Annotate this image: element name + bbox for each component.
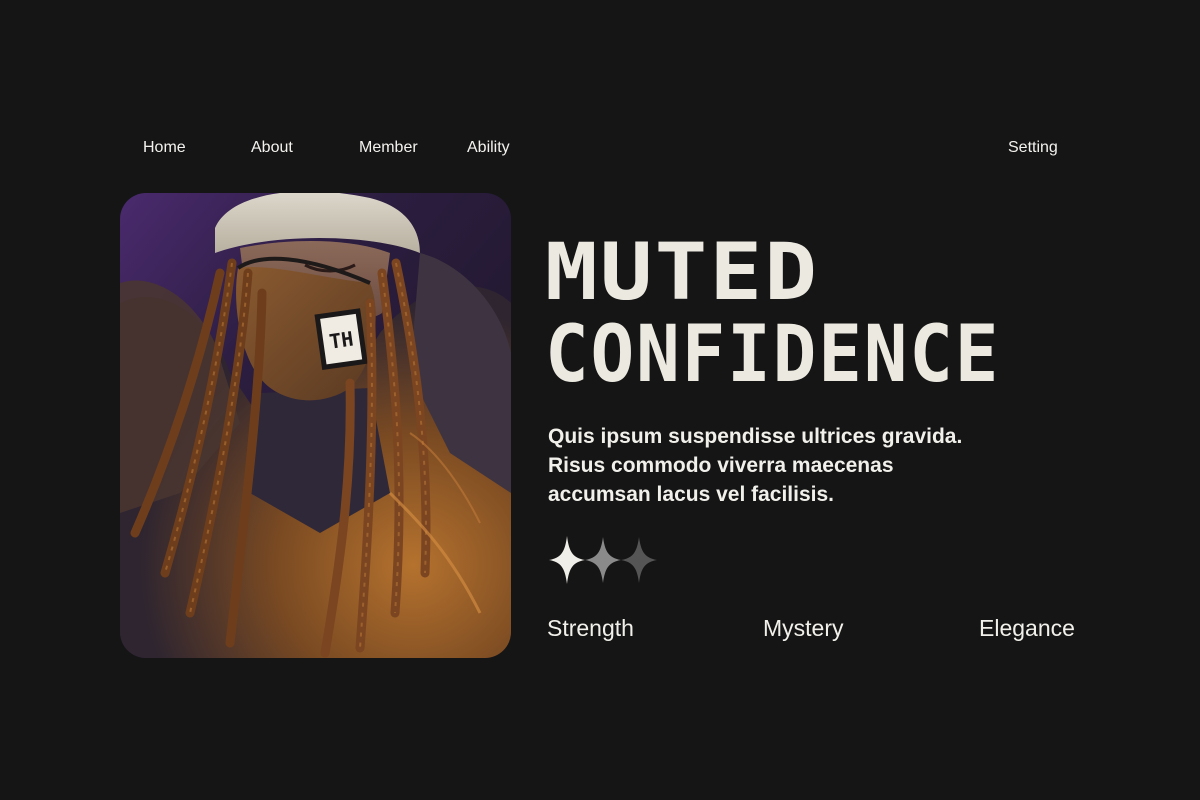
mask-logo-patch: TH: [314, 308, 368, 371]
page: Home About Member Ability Setting TH MUT…: [0, 0, 1200, 800]
hero-title: MUTED CONFIDENCE: [545, 232, 1105, 396]
trait-mystery: Mystery: [763, 615, 844, 641]
nav-home-link[interactable]: Home: [143, 138, 186, 158]
star-sparkle-icon-3: [621, 537, 657, 583]
trait-elegance: Elegance: [979, 615, 1075, 641]
trait-strength: Strength: [547, 615, 634, 641]
hero-title-line1: MUTED: [545, 228, 820, 318]
svg-text:TH: TH: [328, 327, 355, 354]
star-sparkle-icon-1: [549, 536, 585, 584]
hero-description: Quis ipsum suspendisse ultrices gravida.…: [548, 425, 963, 506]
hero-photo: TH: [120, 193, 511, 658]
hero-photo-illustration: TH: [120, 193, 511, 658]
nav-about-link[interactable]: About: [251, 138, 293, 158]
nav-member-link[interactable]: Member: [359, 138, 418, 158]
nav-ability-link[interactable]: Ability: [467, 138, 510, 158]
nav-setting-link[interactable]: Setting: [1008, 138, 1058, 158]
hero-title-line2: CONFIDENCE: [545, 310, 1001, 400]
star-sparkle-icon-2: [585, 537, 621, 583]
rating-stars: [547, 536, 662, 584]
